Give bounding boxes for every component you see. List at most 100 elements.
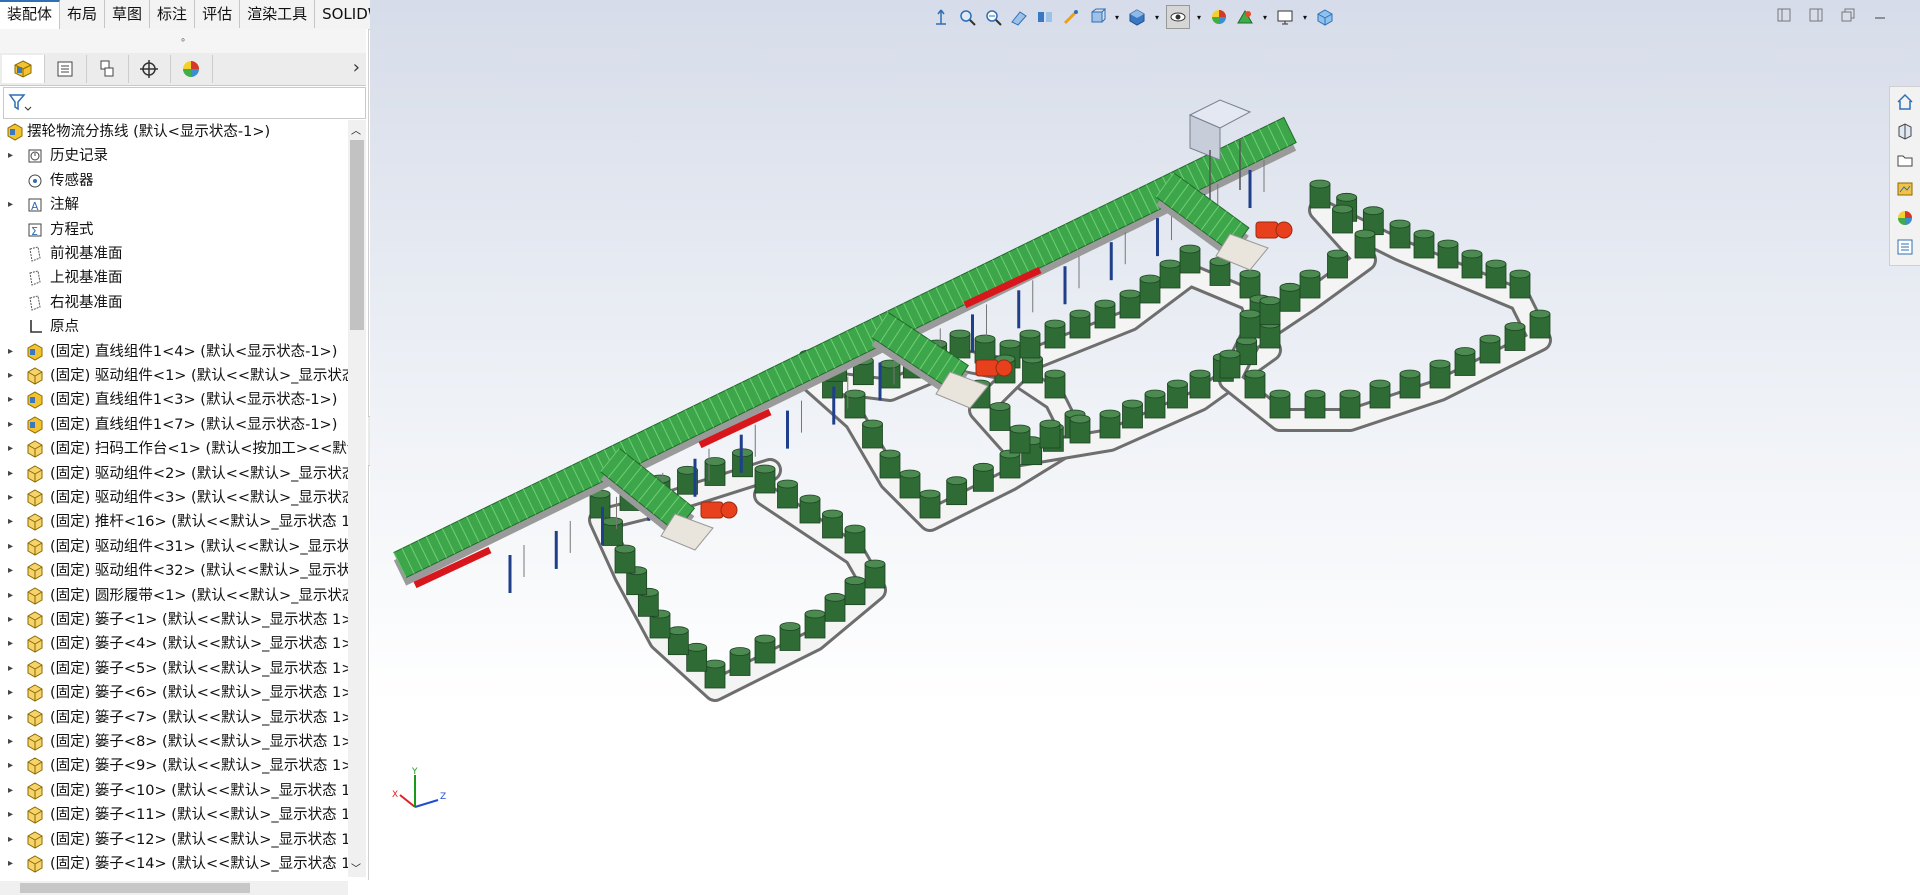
section-view-icon[interactable] — [1008, 6, 1030, 28]
expand-arrow-icon[interactable]: ▸ — [8, 559, 13, 583]
zoom-to-fit-icon[interactable] — [930, 6, 952, 28]
dropdown-arrow-icon[interactable]: ▾ — [1112, 6, 1122, 28]
tree-item[interactable]: ▸ (固定) 推杆<16> (默认<<默认>_显示状态 1 — [0, 510, 348, 534]
tree-item[interactable]: ▸ (固定) 驱动组件<1> (默认<<默认>_显示状态 — [0, 364, 348, 388]
expand-arrow-icon[interactable]: ▸ — [8, 388, 13, 412]
expand-arrow-icon[interactable]: ▸ — [8, 510, 13, 534]
tree-item[interactable]: ▸ A 注解 — [0, 193, 348, 217]
tree-item[interactable]: ▸ (固定) 直线组件1<7> (默认<显示状态-1>) — [0, 413, 348, 437]
panel-collapse-strip[interactable]: ∘ — [0, 29, 366, 53]
expand-arrow-icon[interactable]: ▸ — [8, 681, 13, 705]
apply-scene-icon[interactable] — [1234, 6, 1256, 28]
scroll-down-icon[interactable]: ﹀ — [351, 860, 361, 875]
tree-item[interactable]: Σ 方程式 — [0, 218, 348, 242]
expand-arrow-icon[interactable]: ▸ — [8, 437, 13, 461]
tree-filter-bar[interactable] — [3, 87, 366, 119]
tree-item[interactable]: ▸ (固定) 篓子<12> (默认<<默认>_显示状态 1 — [0, 828, 348, 852]
3d-view-cube-icon[interactable] — [1314, 6, 1336, 28]
appearances-scenes-icon[interactable] — [1890, 203, 1920, 232]
expand-arrow-icon[interactable]: ▸ — [8, 779, 13, 803]
property-manager-tab[interactable] — [44, 55, 87, 83]
tree-item[interactable]: ▸ (固定) 篓子<4> (默认<<默认>_显示状态 1> — [0, 632, 348, 656]
custom-properties-icon[interactable] — [1890, 232, 1920, 261]
tree-item[interactable]: 原点 — [0, 315, 348, 339]
view-orientation-icon[interactable] — [1086, 6, 1108, 28]
command-tab[interactable]: 标注 — [150, 0, 196, 28]
tree-item[interactable]: ▸ (固定) 篓子<9> (默认<<默认>_显示状态 1> — [0, 754, 348, 778]
scroll-up-icon[interactable]: ︿ — [351, 122, 361, 137]
expand-arrow-icon[interactable]: ▸ — [8, 754, 13, 778]
tree-item[interactable]: ▸ (固定) 篓子<8> (默认<<默认>_显示状态 1> — [0, 730, 348, 754]
tree-vertical-scrollbar[interactable]: ︿ ﹀ — [348, 120, 366, 877]
zoom-to-area-icon[interactable] — [956, 6, 978, 28]
expand-arrow-icon[interactable]: ▸ — [8, 486, 13, 510]
previous-view-icon[interactable] — [982, 6, 1004, 28]
tree-item[interactable]: ▸ (固定) 驱动组件<2> (默认<<默认>_显示状态 — [0, 462, 348, 486]
tree-item[interactable]: 右视基准面 — [0, 291, 348, 315]
expand-arrow-icon[interactable]: ▸ — [8, 584, 13, 608]
feature-tree-tab[interactable] — [2, 55, 45, 83]
expand-arrow-icon[interactable]: ▸ — [8, 340, 13, 364]
tree-horizontal-scrollbar[interactable] — [0, 881, 348, 895]
tree-item[interactable]: ▸ (固定) 篓子<10> (默认<<默认>_显示状态 1 — [0, 779, 348, 803]
dimxpert-tab[interactable] — [128, 55, 171, 83]
expand-arrow-icon[interactable]: ▸ — [8, 657, 13, 681]
view-palette-icon[interactable] — [1890, 174, 1920, 203]
dropdown-arrow-icon[interactable]: ▾ — [1152, 6, 1162, 28]
hide-show-items-icon[interactable] — [1166, 5, 1190, 29]
edit-appearance-icon[interactable] — [1208, 6, 1230, 28]
command-tab[interactable]: 装配体 — [0, 0, 61, 30]
expand-arrow-icon[interactable]: ▸ — [8, 730, 13, 754]
chevron-right-icon[interactable]: › — [353, 57, 360, 78]
view-settings-icon[interactable] — [1274, 6, 1296, 28]
expand-arrow-icon[interactable]: ▸ — [8, 828, 13, 852]
display-style-icon[interactable] — [1126, 6, 1148, 28]
display-manager-tab[interactable] — [170, 55, 213, 83]
minimize-window-icon[interactable] — [1870, 6, 1890, 24]
expand-arrow-icon[interactable]: ▸ — [8, 364, 13, 388]
design-library-icon[interactable] — [1890, 116, 1920, 145]
command-tab[interactable]: 布局 — [60, 0, 106, 28]
expand-arrow-icon[interactable]: ▸ — [8, 852, 13, 873]
view-orientation-tools-icon[interactable] — [1060, 6, 1082, 28]
dropdown-arrow-icon[interactable]: ▾ — [1194, 6, 1204, 28]
expand-arrow-icon[interactable]: ▸ — [8, 535, 13, 559]
tree-item[interactable]: ▸ (固定) 直线组件1<3> (默认<显示状态-1>) — [0, 388, 348, 412]
graphics-viewport[interactable]: ▾ ▾ ▾ ▾ ▾ X Y Z — [370, 0, 1920, 880]
dropdown-arrow-icon[interactable]: ▾ — [1260, 6, 1270, 28]
tree-item[interactable]: ▸ (固定) 篓子<14> (默认<<默认>_显示状态 1 — [0, 852, 348, 873]
tree-item[interactable]: ▸ (固定) 篓子<5> (默认<<默认>_显示状态 1> — [0, 657, 348, 681]
expand-arrow-icon[interactable]: ▸ — [8, 632, 13, 656]
tree-item[interactable]: ▸ (固定) 篓子<1> (默认<<默认>_显示状态 1> — [0, 608, 348, 632]
tree-item[interactable]: ▸ (固定) 直线组件1<4> (默认<显示状态-1>) — [0, 340, 348, 364]
command-tab[interactable]: 渲染工具 — [240, 0, 316, 28]
expand-arrow-icon[interactable]: ▸ — [8, 144, 13, 168]
configuration-manager-tab[interactable] — [86, 55, 129, 83]
scroll-thumb[interactable] — [350, 140, 364, 330]
dynamic-annotation-view-icon[interactable] — [1034, 6, 1056, 28]
expand-arrow-icon[interactable]: ▸ — [8, 608, 13, 632]
horizontal-scroll-thumb[interactable] — [20, 883, 250, 893]
expand-arrow-icon[interactable]: ▸ — [8, 413, 13, 437]
tree-item[interactable]: ▸ (固定) 驱动组件<32> (默认<<默认>_显示状 — [0, 559, 348, 583]
panel-right-icon[interactable] — [1806, 6, 1826, 24]
dropdown-arrow-icon[interactable]: ▾ — [1300, 6, 1310, 28]
command-tab[interactable]: 评估 — [195, 0, 241, 28]
tree-item[interactable]: ▸ (固定) 篓子<6> (默认<<默认>_显示状态 1> — [0, 681, 348, 705]
tree-item[interactable]: 上视基准面 — [0, 266, 348, 290]
tree-root[interactable]: 摆轮物流分拣线 (默认<显示状态-1>) — [0, 120, 348, 144]
restore-window-icon[interactable] — [1838, 6, 1858, 24]
tree-item[interactable]: ▸ (固定) 圆形履带<1> (默认<<默认>_显示状态 — [0, 584, 348, 608]
tree-item[interactable]: 传感器 — [0, 169, 348, 193]
command-tab[interactable]: 草图 — [105, 0, 151, 28]
tree-item[interactable]: ▸ 历史记录 — [0, 144, 348, 168]
home-icon[interactable] — [1890, 87, 1920, 116]
expand-arrow-icon[interactable]: ▸ — [8, 803, 13, 827]
expand-arrow-icon[interactable]: ▸ — [8, 706, 13, 730]
expand-arrow-icon[interactable]: ▸ — [8, 462, 13, 486]
model-scene[interactable] — [370, 0, 1920, 880]
tree-item[interactable]: ▸ (固定) 扫码工作台<1> (默认<按加工><<默认 — [0, 437, 348, 461]
expand-arrow-icon[interactable]: ▸ — [8, 193, 13, 217]
file-explorer-icon[interactable] — [1890, 145, 1920, 174]
tree-item[interactable]: ▸ (固定) 篓子<7> (默认<<默认>_显示状态 1> — [0, 706, 348, 730]
